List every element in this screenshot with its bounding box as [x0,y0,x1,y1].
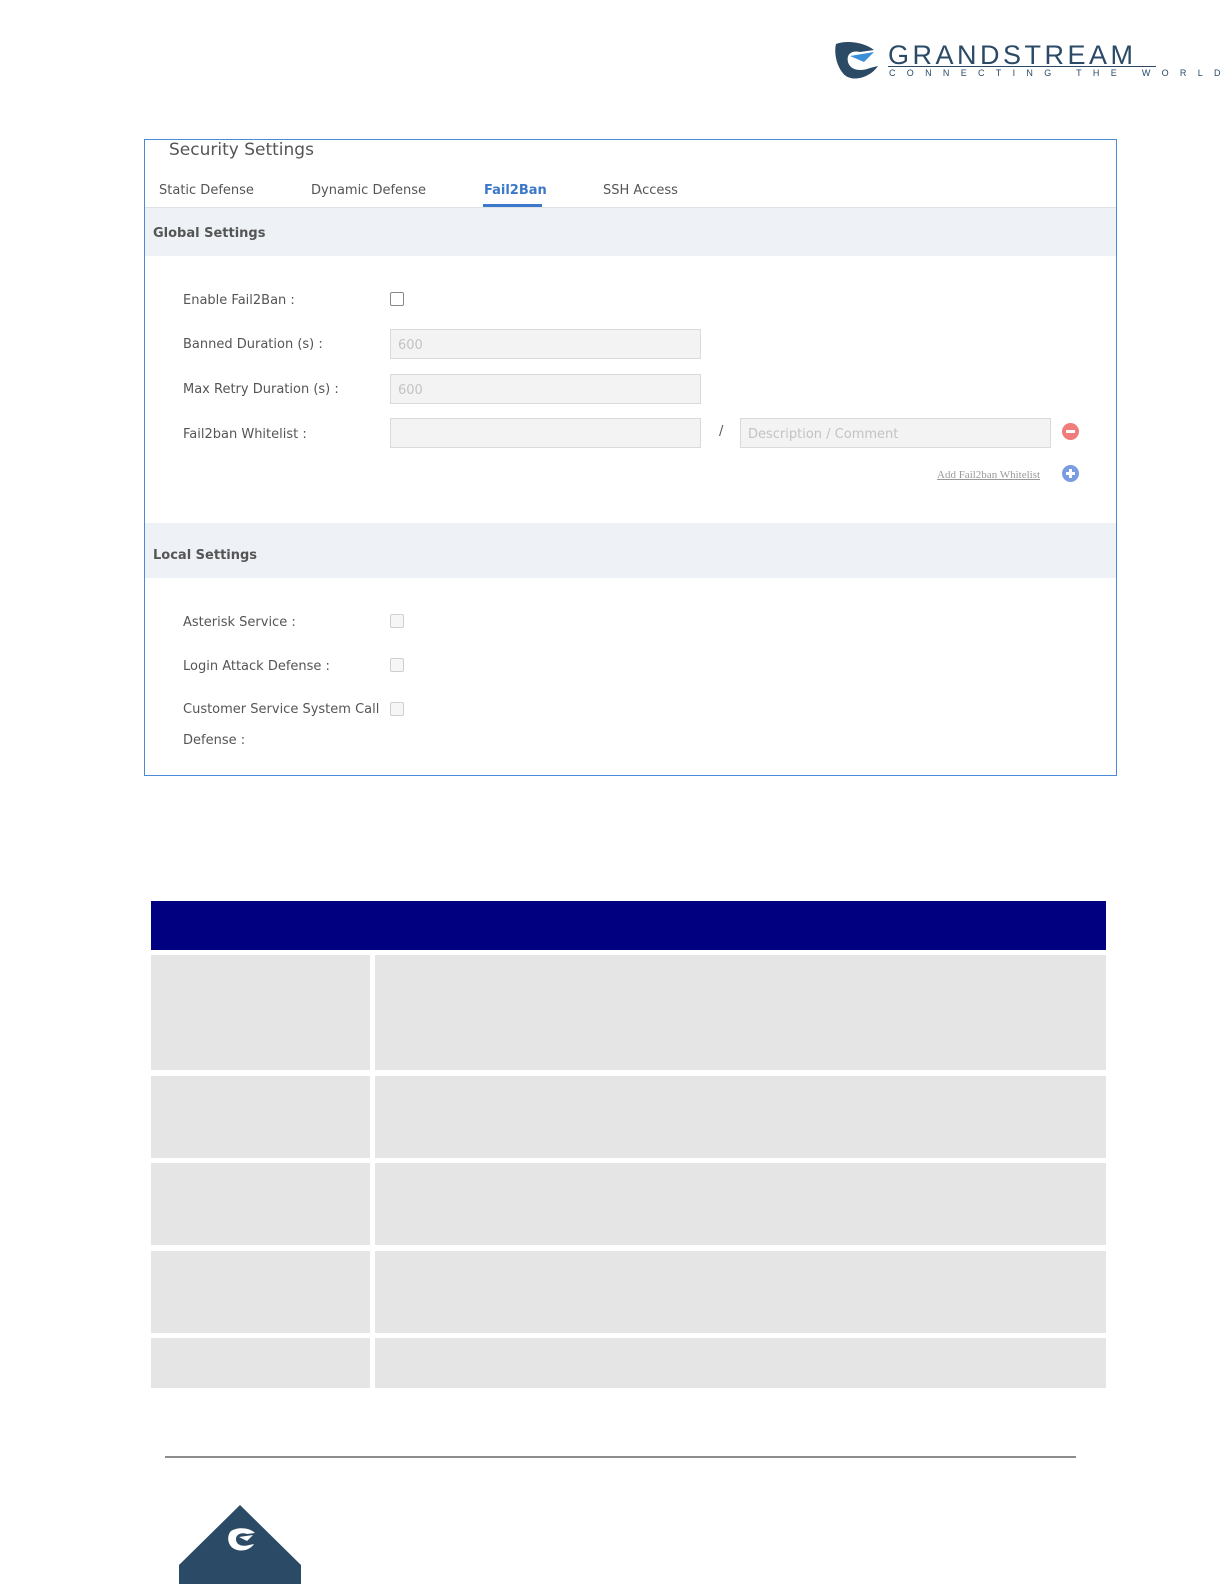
brand-tagline: CONNECTING THE WORLD [889,68,1224,78]
table-cell [375,955,1106,1070]
plus-circle-icon[interactable] [1062,465,1079,482]
customer-service-defense-label-line2: Defense : [183,733,246,748]
tab-bar: Static Defense Dynamic Defense Fail2Ban … [145,180,1116,208]
table-cell [375,1163,1106,1245]
grandstream-footer-logo-icon [179,1505,301,1584]
local-settings-heading: Local Settings [153,548,258,563]
table-cell [375,1338,1106,1388]
login-attack-defense-label: Login Attack Defense : [183,659,330,674]
table-cell [151,1163,370,1245]
max-retry-duration-label: Max Retry Duration (s) : [183,382,339,397]
max-retry-duration-input[interactable]: 600 [390,374,701,404]
local-settings-header: Local Settings [145,523,1116,578]
footer-rule [165,1456,1076,1458]
active-tab-indicator [483,204,542,207]
brand-logo: GRANDSTREAM CONNECTING THE WORLD [834,40,1221,84]
global-settings-heading: Global Settings [153,226,266,241]
login-attack-defense-checkbox[interactable] [390,658,404,672]
table-cell [375,1076,1106,1158]
tab-fail2ban[interactable]: Fail2Ban [484,183,547,198]
fail2ban-whitelist-input[interactable] [390,418,701,448]
table-header [151,901,1106,950]
fail2ban-whitelist-label: Fail2ban Whitelist : [183,427,307,442]
whitelist-description-input[interactable]: Description / Comment [740,418,1051,448]
customer-service-defense-label-line1: Customer Service System Call [183,702,380,717]
grandstream-logo-icon [835,42,878,79]
table-cell [151,1076,370,1158]
add-fail2ban-whitelist-link[interactable]: Add Fail2ban Whitelist [937,469,1040,481]
customer-service-defense-checkbox[interactable] [390,702,404,716]
asterisk-service-checkbox[interactable] [390,614,404,628]
banned-duration-input[interactable]: 600 [390,329,701,359]
asterisk-service-label: Asterisk Service : [183,615,296,630]
panel-title: Security Settings [169,140,314,160]
tab-ssh-access[interactable]: SSH Access [603,183,678,198]
banned-duration-label: Banned Duration (s) : [183,337,323,352]
whitelist-separator: / [719,424,724,439]
tab-dynamic-defense[interactable]: Dynamic Defense [311,183,426,198]
tab-static-defense[interactable]: Static Defense [159,183,254,198]
brand-rule [888,66,1156,67]
security-settings-panel: Security Settings Static Defense Dynamic… [144,139,1117,776]
minus-circle-icon[interactable] [1062,423,1079,440]
global-settings-header: Global Settings [145,208,1116,256]
table-cell [151,955,370,1070]
table-cell [151,1251,370,1333]
enable-fail2ban-checkbox[interactable] [390,292,404,306]
table-cell [375,1251,1106,1333]
enable-fail2ban-label: Enable Fail2Ban : [183,293,295,308]
table-cell [151,1338,370,1388]
